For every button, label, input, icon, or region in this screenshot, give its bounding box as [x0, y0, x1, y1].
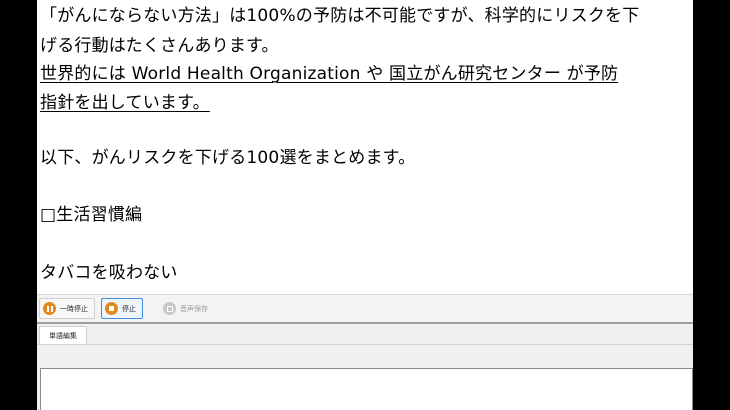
doc-line-7: タバコを吸わない: [40, 263, 178, 283]
right-letterbox: [693, 0, 730, 410]
app-window: 「がんにならない方法」は100%の予防は不可能ですが、科学的にリスクを下 げる行…: [37, 0, 693, 410]
left-letterbox: [0, 0, 37, 410]
tab-word-edit[interactable]: 単語編集: [39, 326, 87, 344]
stop-label: 停止: [122, 304, 136, 313]
doc-line-1: 「がんにならない方法」は100%の予防は不可能ですが、科学的にリスクを下: [40, 6, 640, 26]
save-audio-button[interactable]: 音声保存: [159, 298, 215, 319]
tab-strip: 単語編集: [37, 324, 693, 345]
save-audio-label: 音声保存: [180, 304, 208, 313]
stop-button[interactable]: 停止: [101, 298, 143, 319]
doc-heading-lifestyle: □生活習慣編: [40, 205, 143, 225]
save-audio-icon: [163, 302, 176, 315]
doc-line-5: 以下、がんリスクを下げる100選をまとめます。: [40, 148, 416, 168]
pause-icon: [43, 302, 56, 315]
playback-toolbar: 一時停止 停止 音声保存: [37, 294, 693, 323]
word-edit-area[interactable]: [40, 368, 693, 410]
doc-line-2: げる行動はたくさんあります。: [40, 36, 279, 56]
doc-link-line-1[interactable]: 世界的には World Health Organization や 国立がん研究…: [40, 62, 618, 86]
doc-link-line-2[interactable]: 指針を出しています。: [40, 91, 210, 115]
word-edit-panel: [37, 345, 693, 410]
pause-label: 一時停止: [60, 304, 88, 313]
stop-icon: [105, 302, 118, 315]
pause-button[interactable]: 一時停止: [39, 298, 95, 319]
text-document[interactable]: 「がんにならない方法」は100%の予防は不可能ですが、科学的にリスクを下 げる行…: [37, 0, 693, 294]
